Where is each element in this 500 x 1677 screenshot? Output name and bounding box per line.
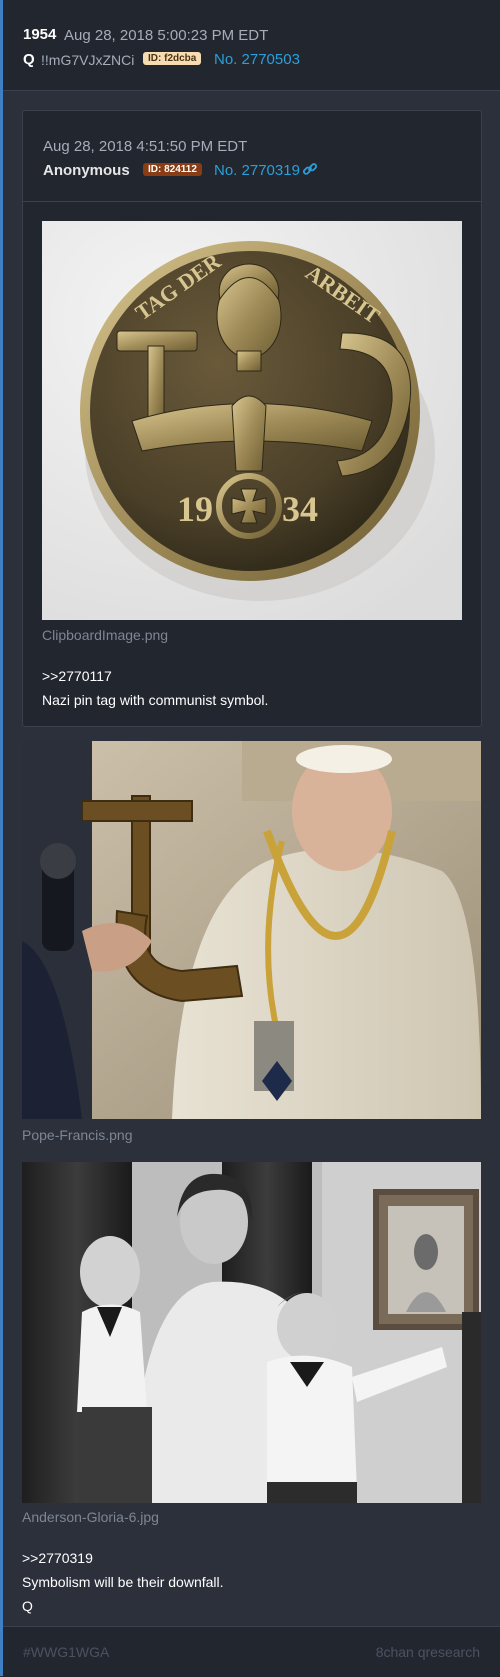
post-footer: #WWG1WGA 8chan qresearch xyxy=(3,1626,500,1677)
quoted-post-header: Aug 28, 2018 4:51:50 PM EDT Anonymous ID… xyxy=(23,111,481,202)
tripcode: !!mG7VJxZNCi xyxy=(41,52,135,68)
post-number-link[interactable]: No. 2770503 xyxy=(214,51,300,68)
post-signature: Q xyxy=(22,1598,33,1614)
quoted-post-date: Aug 28, 2018 4:51:50 PM EDT xyxy=(43,138,248,155)
gloria-vanderbilt-image[interactable] xyxy=(22,1162,481,1503)
q-post: 1954 Aug 28, 2018 5:00:23 PM EDT Q !!mG7… xyxy=(0,0,500,1677)
link-icon[interactable] xyxy=(302,161,318,177)
post-number: 1954 xyxy=(23,26,57,43)
id-badge: ID: f2dcba xyxy=(143,52,202,65)
pin-year-right: 34 xyxy=(282,489,318,529)
quoted-post: Aug 28, 2018 4:51:50 PM EDT Anonymous ID… xyxy=(22,110,482,727)
quoted-post-number-link[interactable]: No. 2770319 xyxy=(214,162,300,179)
post-message: Symbolism will be their downfall. xyxy=(22,1574,224,1590)
source-label: 8chan qresearch xyxy=(375,1644,480,1660)
post-header: 1954 Aug 28, 2018 5:00:23 PM EDT Q !!mG7… xyxy=(3,0,500,91)
quoted-message: Nazi pin tag with communist symbol. xyxy=(42,692,269,708)
reply-reference[interactable]: >>2770319 xyxy=(22,1550,93,1566)
quoted-post-author: Anonymous xyxy=(43,162,130,179)
hashtag: #WWG1WGA xyxy=(23,1644,110,1660)
quoted-id-badge: ID: 824112 xyxy=(143,163,202,176)
pope-francis-image[interactable] xyxy=(22,741,481,1119)
nazi-pin-image[interactable]: TAG DER ARBEIT 19 34 xyxy=(42,221,462,620)
post-date: Aug 28, 2018 5:00:23 PM EDT xyxy=(64,27,269,44)
post-author: Q xyxy=(23,51,35,68)
image-filename[interactable]: ClipboardImage.png xyxy=(42,627,168,643)
image-filename[interactable]: Anderson-Gloria-6.jpg xyxy=(22,1509,159,1525)
pin-year-left: 19 xyxy=(177,489,213,529)
image-filename[interactable]: Pope-Francis.png xyxy=(22,1127,133,1143)
reply-reference[interactable]: >>2770117 xyxy=(42,668,112,684)
